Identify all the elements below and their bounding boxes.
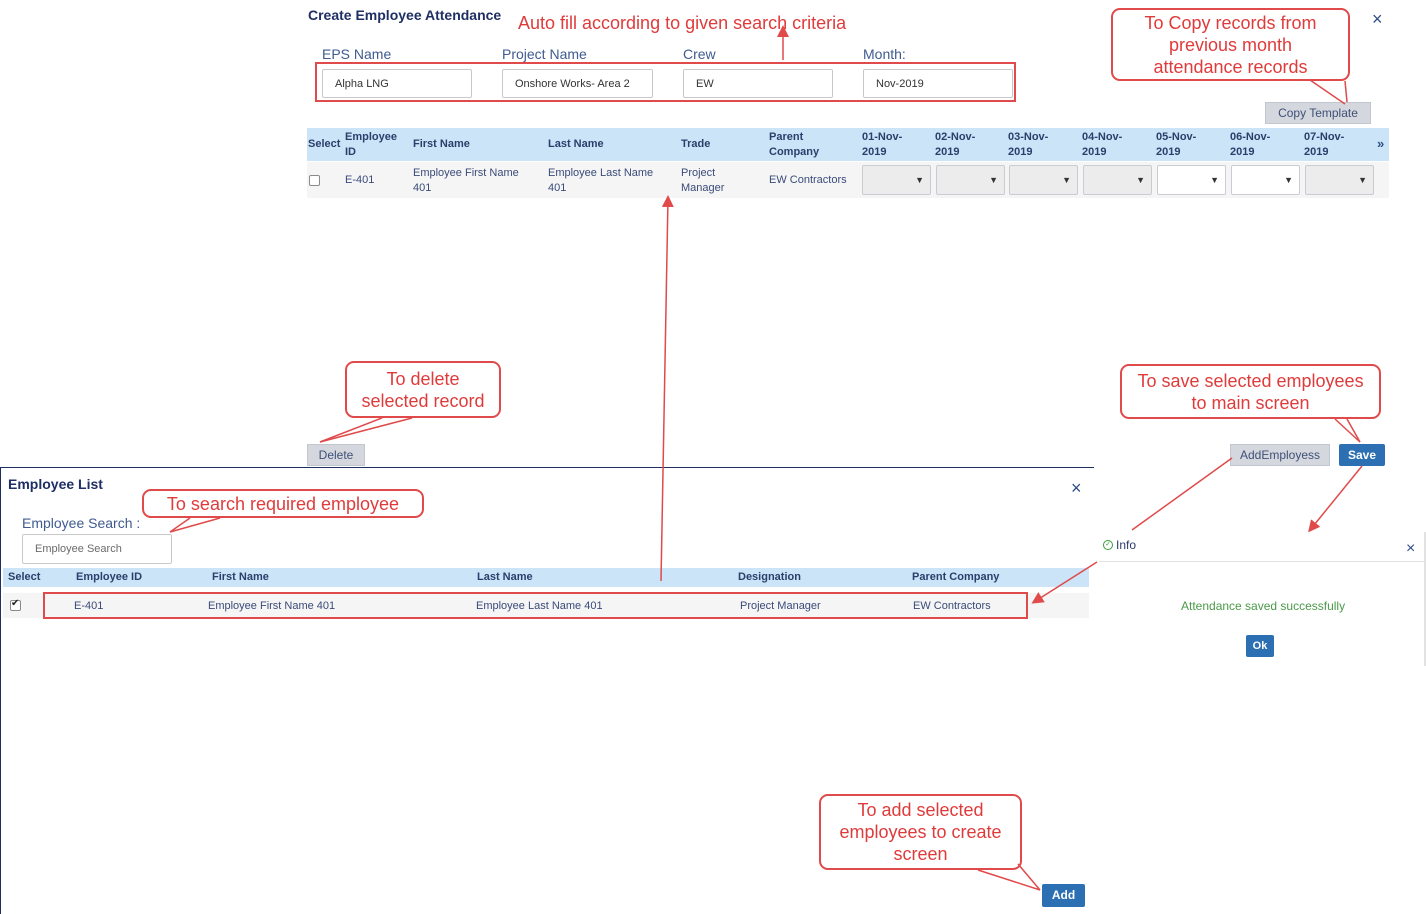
copy-template-arrow-line-2	[1344, 80, 1348, 103]
copy-template-arrow-line	[1309, 79, 1346, 105]
save-arrow-line	[1334, 418, 1361, 443]
add-employees-to-info-line	[1131, 457, 1233, 531]
info-to-row-arrow	[1031, 561, 1098, 604]
save-to-info-arrow	[1308, 465, 1363, 533]
delete-arrow-line	[319, 417, 383, 443]
row-to-grid-arrow	[660, 195, 674, 582]
save-arrow-line-2	[1346, 418, 1361, 443]
search-arrow-line-2	[169, 517, 221, 533]
delete-arrow-line-2	[319, 417, 413, 443]
annotation-arrows	[169, 25, 1363, 891]
